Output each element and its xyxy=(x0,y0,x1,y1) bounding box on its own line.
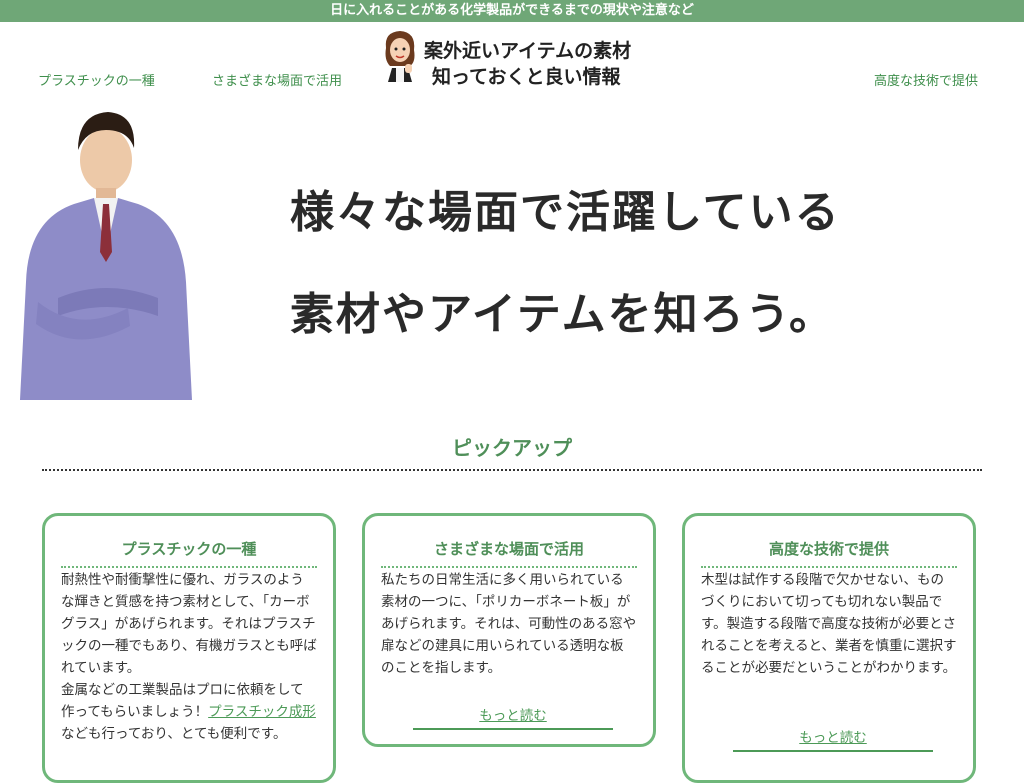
card-divider xyxy=(61,566,317,568)
plastic-molding-link[interactable]: プラスチック成形 xyxy=(208,704,316,720)
card-title: プラスチックの一種 xyxy=(121,540,257,558)
card-body: 耐熱性や耐衝撃性に優れ、ガラスのような輝きと質感を持つ素材として、「カーボグラス… xyxy=(61,569,317,745)
card-body: 私たちの日常生活に多く用いられている素材の一つに、「ポリカーボネート板」があげら… xyxy=(381,572,637,676)
mascot-icon xyxy=(385,31,415,82)
site-tagline: 日に入れることがある化学製品ができるまでの現状や注意など xyxy=(330,3,694,18)
card-divider xyxy=(381,566,637,568)
hero-headline-line-2: 素材やアイテムを知ろう。 xyxy=(290,289,835,340)
pickup-card-plastic: プラスチックの一種 耐熱性や耐衝撃性に優れ、ガラスのような輝きと質感を持つ素材と… xyxy=(42,513,336,783)
card-text-3: なども行っており、とても便利です。 xyxy=(61,726,287,742)
read-more-button[interactable]: もっと読む xyxy=(733,726,933,752)
card-text: 耐熱性や耐衝撃性に優れ、ガラスのような輝きと質感を持つ素材として、「カーボグラス… xyxy=(61,572,317,676)
logo-line-2: 知っておくと良い情報 xyxy=(432,66,621,88)
read-more-button[interactable]: もっと読む xyxy=(413,704,613,730)
pickup-divider xyxy=(42,469,982,471)
site-tagline-bar: 日に入れることがある化学製品ができるまでの現状や注意など xyxy=(0,0,1024,22)
pickup-card-advanced-tech: 高度な技術で提供 木型は試作する段階で欠かせない、ものづくりにおいて切っても切れ… xyxy=(682,513,976,783)
card-title: 高度な技術で提供 xyxy=(768,540,889,558)
card-title: さまざまな場面で活用 xyxy=(433,540,584,558)
nav-link-advanced-tech[interactable]: 高度な技術で提供 xyxy=(874,70,978,89)
site-logo[interactable]: 案外近いアイテムの素材 知っておくと良い情報 xyxy=(380,28,660,88)
card-body: 木型は試作する段階で欠かせない、ものづくりにおいて切っても切れない製品です。製造… xyxy=(701,572,957,676)
nav-link-plastic[interactable]: プラスチックの一種 xyxy=(38,70,155,89)
hero-worker-image xyxy=(20,112,192,400)
nav-link-various-uses[interactable]: さまざまな場面で活用 xyxy=(212,70,342,89)
card-divider xyxy=(701,566,957,568)
pickup-heading: ピックアップ xyxy=(452,436,572,460)
pickup-card-various-uses: さまざまな場面で活用 私たちの日常生活に多く用いられている素材の一つに、「ポリカ… xyxy=(362,513,656,747)
logo-line-1: 案外近いアイテムの素材 xyxy=(424,40,632,62)
hero-headline-line-1: 様々な場面で活躍している xyxy=(290,187,841,238)
